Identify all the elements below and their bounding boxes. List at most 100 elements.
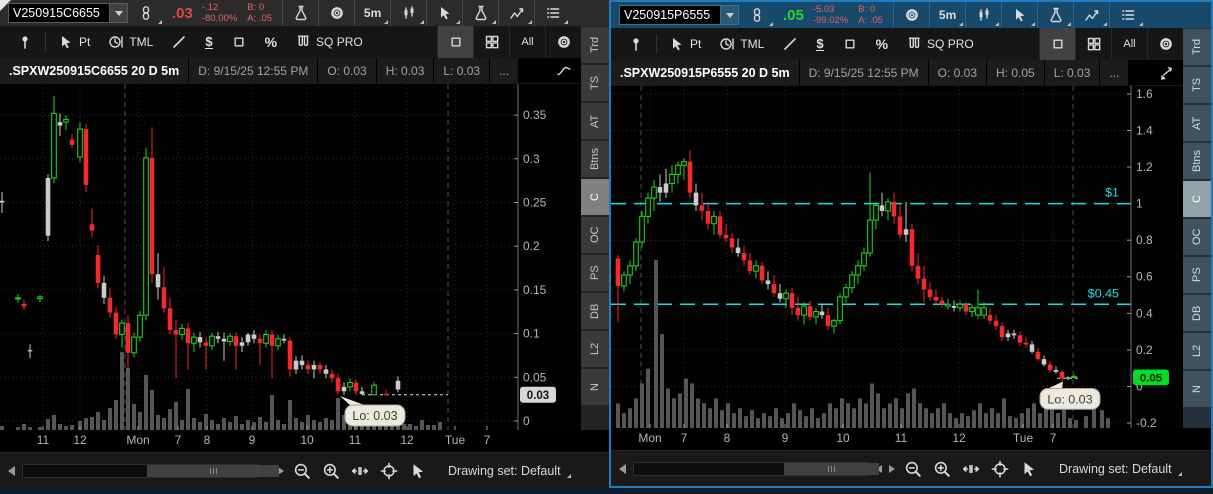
symbol-dropdown-button[interactable] <box>110 3 128 23</box>
pattern-button[interactable] <box>498 0 534 26</box>
pointer-tool-button[interactable]: Pt <box>660 31 710 57</box>
crosshair-button[interactable] <box>989 458 1011 480</box>
tab-trd[interactable]: Trd <box>1183 29 1211 65</box>
tab-c[interactable]: C <box>1183 181 1211 217</box>
pointer-tool-button[interactable]: Pt <box>49 29 99 55</box>
symbol-dropdown-button[interactable] <box>721 5 739 25</box>
tab-ts[interactable]: TS <box>581 65 609 101</box>
chart-scrollbar[interactable] <box>633 462 869 476</box>
pattern-button[interactable] <box>1073 2 1109 28</box>
tab-trd[interactable]: Trd <box>581 27 609 63</box>
all-charts-button[interactable]: All <box>1111 28 1147 60</box>
pointer-mode-button[interactable] <box>407 460 429 482</box>
symbol-input[interactable] <box>619 5 721 25</box>
gear-button[interactable] <box>318 0 354 26</box>
flask-icon <box>1048 7 1064 23</box>
price-chart[interactable]: 0.350.30.250.20.150.10.0500.03Lo: 0.03 <box>0 84 581 430</box>
lineTool-icon <box>171 34 187 50</box>
zoom-in-button[interactable] <box>320 460 342 482</box>
tab-btns[interactable]: Btns <box>581 141 609 177</box>
gadget-tab-strip: TrdTSATBtnsCOCPSDBL2N <box>581 26 609 430</box>
trendline-tool-button[interactable] <box>773 31 807 57</box>
trendline-tool-button[interactable] <box>162 29 196 55</box>
bar-width-button[interactable] <box>349 460 371 482</box>
tab-oc[interactable]: OC <box>581 217 609 253</box>
flask-button[interactable] <box>462 0 498 26</box>
tab-ts[interactable]: TS <box>1183 67 1211 103</box>
gear-button[interactable] <box>893 2 929 28</box>
pointer-mode-button[interactable] <box>1018 458 1040 480</box>
tab-c[interactable]: C <box>581 179 609 215</box>
list-button[interactable] <box>534 0 570 26</box>
timeline-tool-button[interactable]: TML <box>99 29 162 55</box>
list-button[interactable] <box>1109 2 1145 28</box>
tab-ps[interactable]: PS <box>581 255 609 291</box>
tab-btns[interactable]: Btns <box>1183 143 1211 179</box>
chart-settings-button[interactable] <box>1147 28 1183 60</box>
pin-toolbar-button[interactable] <box>8 29 42 55</box>
tab-db[interactable]: DB <box>1183 295 1211 331</box>
flask-button[interactable] <box>282 0 318 26</box>
tab-l2[interactable]: L2 <box>1183 333 1211 369</box>
tab-oc[interactable]: OC <box>1183 219 1211 255</box>
tab-db[interactable]: DB <box>581 293 609 329</box>
rectangle-tool-button[interactable] <box>222 29 256 55</box>
zoom-out-button[interactable] <box>291 460 313 482</box>
chart-scrollbar[interactable] <box>22 464 258 478</box>
curve-toggle-icon[interactable] <box>547 58 581 83</box>
all-charts-button[interactable]: All <box>509 26 545 58</box>
timeframe-button[interactable]: 5m <box>354 0 390 26</box>
tab-ps[interactable]: PS <box>1183 257 1211 293</box>
time-axis-label: Tue <box>1013 431 1033 445</box>
percent-tool-button[interactable]: % <box>867 31 897 57</box>
link-charts-button[interactable] <box>739 2 775 28</box>
percent-tool-button[interactable]: % <box>256 29 286 55</box>
grid-layout-button[interactable] <box>473 26 509 58</box>
grid-layout-button[interactable] <box>1075 28 1111 60</box>
chart-settings-button[interactable] <box>545 26 581 58</box>
chart-canvas[interactable]: 1.61.41.210.80.60.40.20-0.2$1$0.450.05Lo… <box>611 86 1183 428</box>
tab-at[interactable]: AT <box>581 103 609 139</box>
symbol-input[interactable] <box>8 3 110 23</box>
chart-canvas[interactable]: 0.350.30.250.20.150.10.0500.03Lo: 0.03 <box>0 84 581 430</box>
zoomout-icon <box>904 460 922 478</box>
candles-button[interactable] <box>390 0 426 26</box>
change-percent: -99.02% <box>813 15 848 26</box>
panarrows-toggle-icon[interactable] <box>1149 60 1183 85</box>
chart-symbol-label: .SPXW250915C6655 20 D 5m <box>0 58 188 83</box>
price-chart[interactable]: 1.61.41.210.80.60.40.20-0.2$1$0.450.05Lo… <box>611 86 1183 428</box>
tab-n[interactable]: N <box>581 369 609 405</box>
single-chart-layout-button[interactable] <box>1039 28 1075 60</box>
price-level-tool-button[interactable]: $ <box>196 29 221 55</box>
candles <box>0 96 400 395</box>
step-right-button[interactable] <box>889 465 895 473</box>
scrollbar-thumb[interactable] <box>147 465 279 477</box>
tab-n[interactable]: N <box>1183 371 1211 407</box>
drawing-set-selector[interactable]: Drawing set: Default <box>1057 460 1184 478</box>
bar-width-button[interactable] <box>960 458 982 480</box>
tab-at[interactable]: AT <box>1183 105 1211 141</box>
sqpro-button[interactable]: SQ PRO <box>286 29 372 55</box>
zoom-out-button[interactable] <box>902 458 924 480</box>
price-level-tool-button[interactable]: $ <box>807 31 832 57</box>
scroll-left-button[interactable] <box>8 466 15 476</box>
rectangle-tool-button[interactable] <box>833 31 867 57</box>
single-chart-layout-button[interactable] <box>437 26 473 58</box>
time-axis: 1112Mon789101112Tue7 <box>0 430 581 452</box>
cursor-button[interactable] <box>1001 2 1037 28</box>
crosshair-button[interactable] <box>378 460 400 482</box>
flask-button[interactable] <box>1037 2 1073 28</box>
flask-icon <box>293 5 309 21</box>
tab-l2[interactable]: L2 <box>581 331 609 367</box>
scroll-left-button[interactable] <box>619 464 626 474</box>
cursor-button[interactable] <box>426 0 462 26</box>
link-charts-button[interactable] <box>128 0 164 26</box>
sqpro-button[interactable]: SQ PRO <box>897 31 983 57</box>
candles-button[interactable] <box>965 2 1001 28</box>
timeline-tool-button[interactable]: TML <box>710 31 773 57</box>
scrollbar-thumb[interactable] <box>784 463 879 475</box>
pin-toolbar-button[interactable] <box>619 31 653 57</box>
drawing-set-selector[interactable]: Drawing set: Default <box>446 462 573 480</box>
timeframe-button[interactable]: 5m <box>929 2 965 28</box>
zoom-in-button[interactable] <box>931 458 953 480</box>
